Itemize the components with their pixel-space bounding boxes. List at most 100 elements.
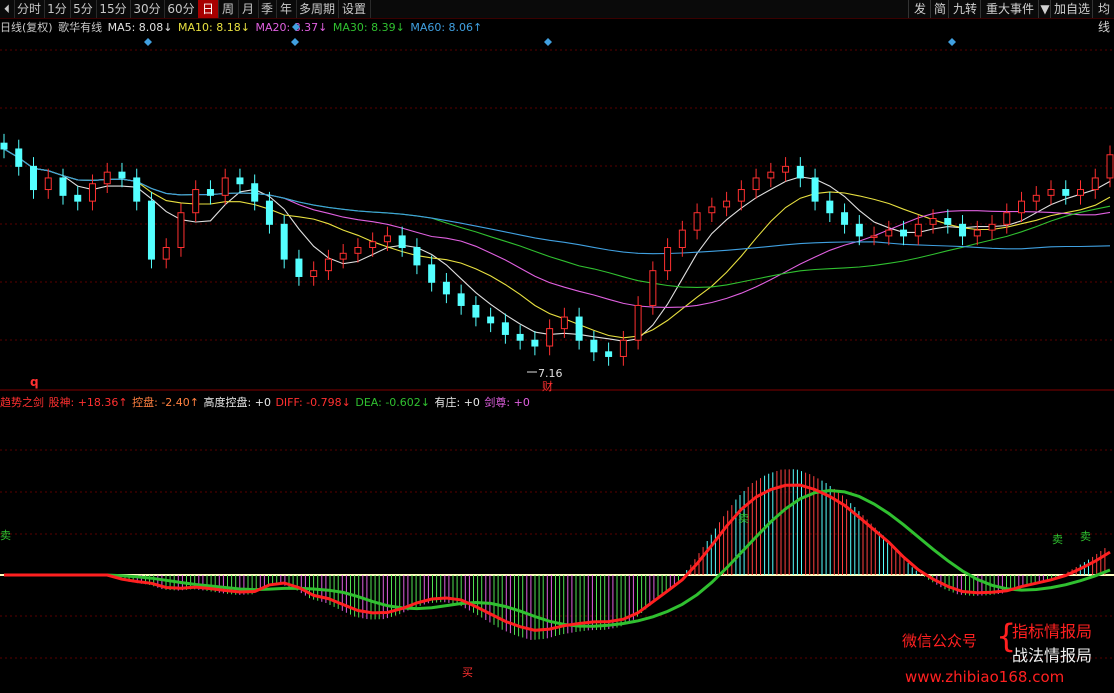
candle-body bbox=[339, 252, 347, 260]
sell-label: 卖 bbox=[1052, 533, 1063, 546]
candle-body bbox=[147, 200, 155, 260]
event-diamond-icon bbox=[948, 38, 956, 46]
candle-body bbox=[251, 183, 259, 202]
candle-body bbox=[29, 165, 37, 191]
candle-body bbox=[280, 223, 288, 260]
candle-body bbox=[472, 304, 480, 318]
candle-body bbox=[546, 328, 554, 347]
candle-body bbox=[133, 177, 141, 202]
candle-body bbox=[295, 258, 303, 277]
candle-body bbox=[752, 177, 760, 191]
cai-marker[interactable]: 财 bbox=[542, 378, 553, 394]
candle-body bbox=[1018, 200, 1026, 214]
candle-body bbox=[398, 235, 406, 248]
candle-body bbox=[649, 270, 657, 306]
ma10-line bbox=[3, 148, 1111, 339]
candle-body bbox=[516, 333, 524, 341]
candle-body bbox=[590, 339, 598, 353]
candle-body bbox=[870, 235, 878, 238]
candle-body bbox=[619, 339, 627, 357]
candle-body bbox=[634, 304, 642, 341]
candle-body bbox=[118, 171, 126, 179]
ma20-line bbox=[3, 148, 1111, 308]
ma5-line bbox=[3, 148, 1111, 342]
watermark-line1: 指标情报局 bbox=[1012, 622, 1093, 641]
candle-body bbox=[664, 247, 672, 272]
sell-label: 卖 bbox=[738, 512, 749, 525]
candle-body bbox=[1077, 189, 1085, 196]
candle-body bbox=[74, 194, 82, 202]
candle-body bbox=[369, 241, 377, 248]
candle-body bbox=[678, 229, 686, 248]
candle-body bbox=[973, 229, 981, 237]
candle-body bbox=[442, 281, 450, 295]
candle-body bbox=[206, 189, 214, 196]
candle-body bbox=[796, 165, 804, 179]
candle-body bbox=[811, 177, 819, 202]
sell-label: 卖 bbox=[1080, 530, 1091, 543]
candle-body bbox=[501, 322, 509, 335]
candle-body bbox=[1003, 212, 1011, 225]
candle-body bbox=[457, 293, 465, 306]
candle-body bbox=[1062, 189, 1070, 196]
wechat-label: 微信公众号 bbox=[902, 632, 978, 650]
candle-body bbox=[959, 223, 967, 237]
candle-body bbox=[1106, 154, 1114, 179]
macd-lines bbox=[4, 483, 1111, 632]
candle-body bbox=[560, 316, 568, 330]
candle-body bbox=[737, 189, 745, 202]
candlesticks bbox=[0, 133, 1114, 366]
dea-line bbox=[4, 488, 1111, 628]
candle-body bbox=[324, 258, 332, 272]
candle-body bbox=[605, 351, 613, 357]
kline-chart[interactable] bbox=[0, 0, 1114, 693]
candle-body bbox=[708, 206, 716, 214]
candle-body bbox=[15, 148, 23, 167]
ma30-line bbox=[3, 148, 1111, 288]
candle-body bbox=[88, 183, 96, 202]
macd-histogram bbox=[0, 469, 1114, 640]
candle-body bbox=[0, 142, 8, 150]
candle-body bbox=[236, 177, 244, 185]
candle-body bbox=[1032, 194, 1040, 202]
candle-body bbox=[914, 223, 922, 237]
candle-body bbox=[826, 200, 834, 214]
moving-average-lines bbox=[3, 148, 1111, 342]
candle-body bbox=[428, 264, 436, 283]
candle-body bbox=[885, 229, 893, 237]
event-diamond-icon bbox=[544, 38, 552, 46]
event-diamond-icon bbox=[144, 38, 152, 46]
candle-body bbox=[162, 247, 170, 260]
q-marker: q bbox=[30, 375, 39, 389]
candle-body bbox=[929, 218, 937, 225]
candle-body bbox=[192, 189, 200, 214]
candle-body bbox=[855, 223, 863, 237]
watermark-url: www.zhibiao168.com bbox=[905, 668, 1065, 686]
candle-body bbox=[44, 177, 52, 191]
candle-body bbox=[221, 177, 229, 196]
candle-body bbox=[354, 247, 362, 254]
candle-body bbox=[265, 200, 273, 225]
candle-body bbox=[767, 171, 775, 179]
candle-body bbox=[177, 212, 185, 249]
candle-body bbox=[723, 200, 731, 208]
candle-body bbox=[988, 223, 996, 231]
chart-grid bbox=[0, 49, 1114, 659]
candle-body bbox=[413, 247, 421, 266]
candle-body bbox=[531, 339, 539, 347]
event-diamond-icon bbox=[291, 38, 299, 46]
sell-label: 卖 bbox=[0, 529, 11, 542]
watermark-line2: 战法情报局 bbox=[1012, 646, 1093, 665]
candle-body bbox=[841, 212, 849, 225]
event-diamond-icon bbox=[292, 23, 300, 31]
candle-body bbox=[782, 165, 790, 173]
buy-label: 买 bbox=[462, 666, 473, 679]
candle-body bbox=[575, 316, 583, 341]
candle-body bbox=[487, 316, 495, 324]
candle-body bbox=[900, 229, 908, 237]
candle-body bbox=[1091, 177, 1099, 191]
candle-body bbox=[383, 235, 391, 243]
candle-body bbox=[103, 171, 111, 185]
candle-body bbox=[944, 218, 952, 225]
candle-body bbox=[1047, 189, 1055, 196]
